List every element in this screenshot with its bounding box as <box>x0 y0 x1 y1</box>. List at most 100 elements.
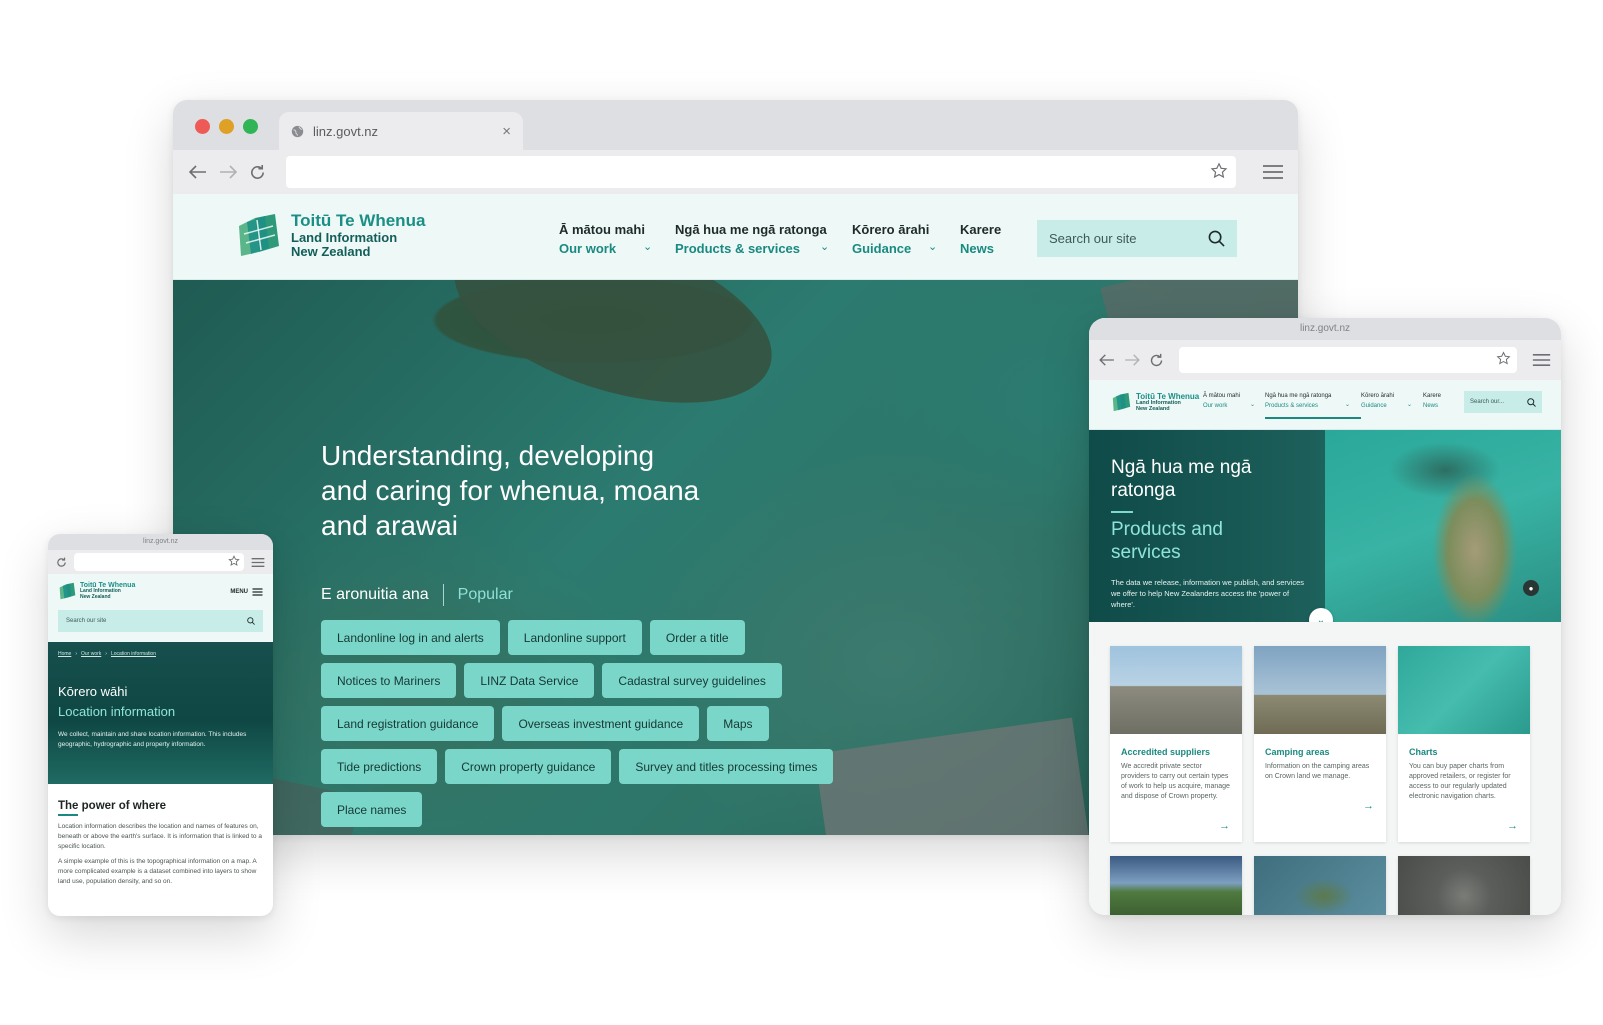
address-bar[interactable] <box>74 553 244 571</box>
reload-icon[interactable] <box>249 164 266 181</box>
back-arrow-icon[interactable] <box>1099 354 1115 366</box>
bookmark-star-icon[interactable] <box>228 555 240 567</box>
section-divider <box>58 814 78 816</box>
product-card[interactable]: Accredited suppliers We accredit private… <box>1110 646 1242 842</box>
product-card[interactable]: Camping areas Information on the camping… <box>1254 646 1386 842</box>
close-tab-icon[interactable]: × <box>502 123 511 140</box>
popular-links: Landonline log in and alerts Landonline … <box>321 620 881 827</box>
site-search-input[interactable]: Search our... <box>1464 391 1542 413</box>
logo-title: Toitū Te Whenua <box>291 211 426 230</box>
browser-tab[interactable]: linz.govt.nz × <box>279 112 523 150</box>
chevron-down-icon: ⌄ <box>820 241 830 253</box>
hero-description: The data we release, information we publ… <box>1111 578 1305 609</box>
tablet-browser-toolbar <box>1089 340 1561 380</box>
logo-subtitle-1: Land Information <box>291 230 398 245</box>
breadcrumb-link[interactable]: Our work <box>81 651 101 657</box>
popular-link[interactable]: Place names <box>321 792 423 827</box>
card-image-boats <box>1398 646 1530 734</box>
breadcrumb-link[interactable]: Location information <box>111 651 156 657</box>
nav-item-guidance[interactable]: Kōrero ārahi Guidance ⌄ <box>1361 391 1423 419</box>
popular-link[interactable]: Landonline support <box>507 620 642 655</box>
arrow-right-icon[interactable]: → <box>1363 800 1374 812</box>
search-placeholder: Search our site <box>1049 231 1137 246</box>
linz-logo-mark-icon <box>59 582 76 600</box>
nav-item-news[interactable]: Karere News <box>1423 391 1453 419</box>
bookmark-star-icon[interactable] <box>1210 162 1228 180</box>
menu-button[interactable]: MENU <box>230 588 263 596</box>
linz-logo-mark-icon <box>1112 393 1131 412</box>
bookmark-star-icon[interactable] <box>1496 351 1511 366</box>
popular-link[interactable]: Overseas investment guidance <box>502 706 700 741</box>
card-title: Camping areas <box>1265 747 1330 757</box>
logo-subtitle-2: New Zealand <box>1136 405 1170 412</box>
tablet-content: Accredited suppliers We accredit private… <box>1089 622 1561 915</box>
nav-label-english: News <box>960 241 994 256</box>
chevron-down-icon: ⌄ <box>643 241 653 253</box>
hero-title-maori: Ngā hua me ngā ratonga <box>1111 457 1252 501</box>
back-arrow-icon[interactable] <box>189 165 207 179</box>
nav-item-guidance[interactable]: Kōrero ārahi Guidance ⌄ <box>852 220 960 258</box>
nav-item-our-work[interactable]: Ā mātou mahi Our work ⌄ <box>1203 391 1265 419</box>
popular-link[interactable]: Notices to Mariners <box>321 663 457 698</box>
search-icon[interactable] <box>1527 397 1536 407</box>
nav-label-english: Guidance <box>852 241 912 256</box>
linz-logo[interactable]: Toitū Te Whenua Land Information New Zea… <box>235 211 425 258</box>
hero-description: We collect, maintain and share location … <box>58 731 247 748</box>
search-placeholder: Search our... <box>1470 399 1505 405</box>
maximize-window-button[interactable] <box>243 119 258 134</box>
forward-arrow-icon[interactable] <box>219 165 237 179</box>
card-description: We accredit private sector providers to … <box>1121 763 1230 800</box>
main-navigation: Ā mātou mahi Our work ⌄ Ngā hua me ngā r… <box>559 220 1020 258</box>
search-icon[interactable] <box>1208 230 1225 247</box>
browser-menu-icon[interactable] <box>1532 353 1551 367</box>
popular-link[interactable]: LINZ Data Service <box>464 663 595 698</box>
address-bar[interactable] <box>286 156 1236 188</box>
hero-divider <box>1111 511 1133 513</box>
breadcrumb-link[interactable]: Home <box>58 651 71 657</box>
popular-link[interactable]: Tide predictions <box>321 749 438 784</box>
nav-item-news[interactable]: Karere News <box>960 220 1020 258</box>
browser-menu-icon[interactable] <box>251 557 265 568</box>
product-card[interactable] <box>1254 856 1386 915</box>
linz-logo[interactable]: Toitū Te Whenua Land Information New Zea… <box>1111 392 1199 413</box>
popular-link[interactable]: Crown property guidance <box>445 749 612 784</box>
chevron-down-icon: ⌄ <box>928 241 938 253</box>
reload-icon[interactable] <box>56 557 67 568</box>
popular-link[interactable]: Survey and titles processing times <box>619 749 834 784</box>
site-search-input[interactable]: Search our site <box>1037 220 1237 257</box>
reload-icon[interactable] <box>1149 353 1164 368</box>
popular-link[interactable]: Land registration guidance <box>321 706 495 741</box>
card-description: You can buy paper charts from approved r… <box>1409 763 1511 800</box>
breadcrumb: Home › Our work › Location information <box>58 651 156 657</box>
tablet-url-label: linz.govt.nz <box>1089 318 1561 340</box>
product-card[interactable] <box>1398 856 1530 915</box>
search-icon[interactable] <box>247 617 255 625</box>
address-bar[interactable] <box>1179 347 1517 373</box>
arrow-right-icon[interactable]: → <box>1507 820 1518 832</box>
product-card[interactable] <box>1110 856 1242 915</box>
popular-link[interactable]: Order a title <box>649 620 745 655</box>
popular-link[interactable]: Maps <box>707 706 769 741</box>
nav-item-products-services[interactable]: Ngā hua me ngā ratonga Products & servic… <box>1265 391 1361 419</box>
chevron-down-icon: ⌄ <box>1345 402 1351 408</box>
nav-item-products-services[interactable]: Ngā hua me ngā ratonga Products & servic… <box>675 220 852 258</box>
tablet-browser-window: linz.govt.nz Toitū Te Whenua Land Inform… <box>1089 318 1561 915</box>
close-window-button[interactable] <box>195 119 210 134</box>
search-placeholder: Search our site <box>66 618 107 624</box>
forward-arrow-icon[interactable] <box>1124 354 1140 366</box>
browser-menu-icon[interactable] <box>1262 164 1284 180</box>
map-pin-icon[interactable]: ● <box>1523 580 1539 596</box>
hero-heading: Understanding, developing and caring for… <box>321 440 700 541</box>
popular-link[interactable]: Landonline log in and alerts <box>321 620 500 655</box>
hero-title-maori: Kōrero wāhi <box>58 684 128 699</box>
popular-link[interactable]: Cadastral survey guidelines <box>602 663 782 698</box>
product-card[interactable]: Charts You can buy paper charts from app… <box>1398 646 1530 842</box>
minimize-window-button[interactable] <box>219 119 234 134</box>
site-search-input[interactable]: Search our site <box>58 610 263 632</box>
card-title: Accredited suppliers <box>1121 747 1211 757</box>
section-heading: The power of where <box>58 800 166 812</box>
arrow-right-icon[interactable]: → <box>1219 820 1230 832</box>
mobile-browser-window: linz.govt.nz Toitū Te Whenua Land Inform… <box>48 534 273 916</box>
nav-item-our-work[interactable]: Ā mātou mahi Our work ⌄ <box>559 220 675 258</box>
linz-logo[interactable]: Toitū Te Whenua Land Information New Zea… <box>58 582 135 600</box>
